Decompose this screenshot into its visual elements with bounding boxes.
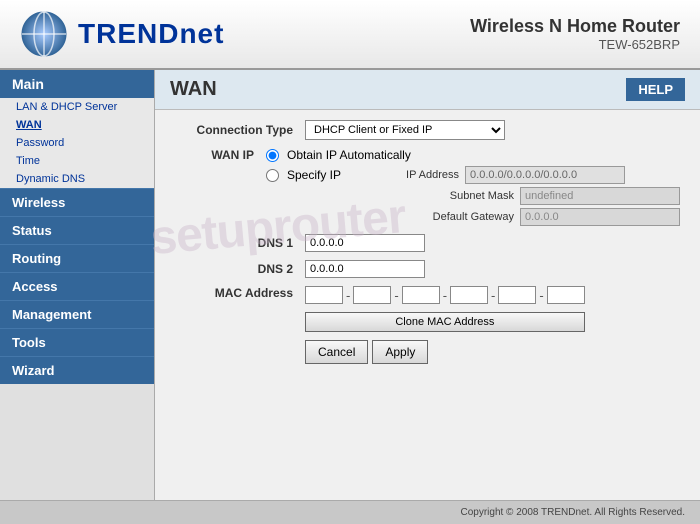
mac-section: - - - - - Clone MAC Address (305, 286, 585, 332)
header: TRENDnet Wireless N Home Router TEW-652B… (0, 0, 700, 70)
sidebar-section-main[interactable]: Main (0, 70, 154, 98)
mac-part-1[interactable] (305, 286, 343, 304)
sidebar-item-status[interactable]: Status (0, 216, 154, 244)
dns1-input[interactable] (305, 234, 425, 252)
subnet-row: Subnet Mask (424, 187, 680, 205)
sidebar-item-dynamic-dns[interactable]: Dynamic DNS (0, 170, 154, 188)
connection-type-control: DHCP Client or Fixed IP PPPoE PPTP Stati… (305, 120, 505, 140)
help-button[interactable]: HELP (626, 78, 685, 101)
specify-ip-section: Specify IP IP Address Subnet Mask (266, 166, 680, 226)
mac-sep-2: - (394, 288, 398, 303)
dns1-row: DNS 1 (175, 234, 680, 252)
mac-fields: - - - - - (305, 286, 585, 304)
ip-address-field: IP Address (369, 166, 625, 184)
dns2-label: DNS 2 (175, 262, 305, 276)
connection-type-select[interactable]: DHCP Client or Fixed IP PPPoE PPTP Stati… (305, 120, 505, 140)
action-buttons-row: Cancel Apply (305, 340, 680, 364)
main-layout: Main LAN & DHCP Server WAN Password Time… (0, 70, 700, 500)
subnet-mask-input[interactable] (520, 187, 680, 205)
logo-area: TRENDnet (20, 10, 224, 58)
mac-part-3[interactable] (402, 286, 440, 304)
sidebar-item-tools[interactable]: Tools (0, 328, 154, 356)
brand-name: TRENDnet (78, 18, 224, 50)
page-title: WAN (170, 78, 217, 101)
sidebar-item-password[interactable]: Password (0, 134, 154, 152)
wan-ip-section: Obtain IP Automatically Specify IP IP Ad… (266, 148, 680, 226)
dns2-input[interactable] (305, 260, 425, 278)
wan-ip-label: WAN IP (175, 148, 266, 162)
connection-type-label: Connection Type (175, 123, 305, 137)
sidebar-item-wizard[interactable]: Wizard (0, 356, 154, 384)
copyright-text: Copyright © 2008 TRENDnet. All Rights Re… (460, 507, 685, 518)
specify-ip-row: Specify IP IP Address (266, 166, 680, 184)
dns2-row: DNS 2 (175, 260, 680, 278)
subnet-mask-label: Subnet Mask (424, 190, 514, 202)
default-gateway-input[interactable] (520, 208, 680, 226)
content-area: WAN HELP Connection Type DHCP Client or … (155, 70, 700, 500)
connection-type-row: Connection Type DHCP Client or Fixed IP … (175, 120, 680, 140)
gateway-row: Default Gateway (424, 208, 680, 226)
content-header: WAN HELP (155, 70, 700, 110)
mac-part-5[interactable] (498, 286, 536, 304)
product-model: TEW-652BRP (470, 37, 680, 52)
specify-ip-radio[interactable] (266, 169, 279, 182)
ip-address-label: IP Address (369, 169, 459, 181)
sidebar: Main LAN & DHCP Server WAN Password Time… (0, 70, 155, 500)
obtain-ip-row: Obtain IP Automatically (266, 148, 680, 162)
specify-ip-label: Specify IP (287, 168, 341, 182)
mac-sep-4: - (491, 288, 495, 303)
logo-icon (20, 10, 68, 58)
mac-part-6[interactable] (547, 286, 585, 304)
sidebar-item-wireless[interactable]: Wireless (0, 188, 154, 216)
sidebar-item-lan-dhcp[interactable]: LAN & DHCP Server (0, 98, 154, 116)
mac-sep-5: - (539, 288, 543, 303)
sidebar-item-routing[interactable]: Routing (0, 244, 154, 272)
clone-mac-button[interactable]: Clone MAC Address (305, 312, 585, 332)
sidebar-item-time[interactable]: Time (0, 152, 154, 170)
product-info: Wireless N Home Router TEW-652BRP (470, 16, 680, 52)
mac-part-4[interactable] (450, 286, 488, 304)
mac-address-row: MAC Address - - - - - (175, 286, 680, 332)
footer: Copyright © 2008 TRENDnet. All Rights Re… (0, 500, 700, 524)
ip-address-input[interactable] (465, 166, 625, 184)
obtain-ip-radio[interactable] (266, 149, 279, 162)
mac-sep-1: - (346, 288, 350, 303)
form-area: Connection Type DHCP Client or Fixed IP … (155, 110, 700, 382)
sidebar-item-management[interactable]: Management (0, 300, 154, 328)
mac-part-2[interactable] (353, 286, 391, 304)
product-title: Wireless N Home Router (470, 16, 680, 37)
obtain-ip-label: Obtain IP Automatically (287, 148, 411, 162)
sidebar-item-wan[interactable]: WAN (0, 116, 154, 134)
mac-address-label: MAC Address (175, 286, 305, 300)
sidebar-item-access[interactable]: Access (0, 272, 154, 300)
wan-ip-row: WAN IP Obtain IP Automatically Specify I… (175, 148, 680, 226)
mac-sep-3: - (443, 288, 447, 303)
apply-button[interactable]: Apply (372, 340, 428, 364)
cancel-button[interactable]: Cancel (305, 340, 368, 364)
default-gateway-label: Default Gateway (424, 211, 514, 223)
dns1-label: DNS 1 (175, 236, 305, 250)
